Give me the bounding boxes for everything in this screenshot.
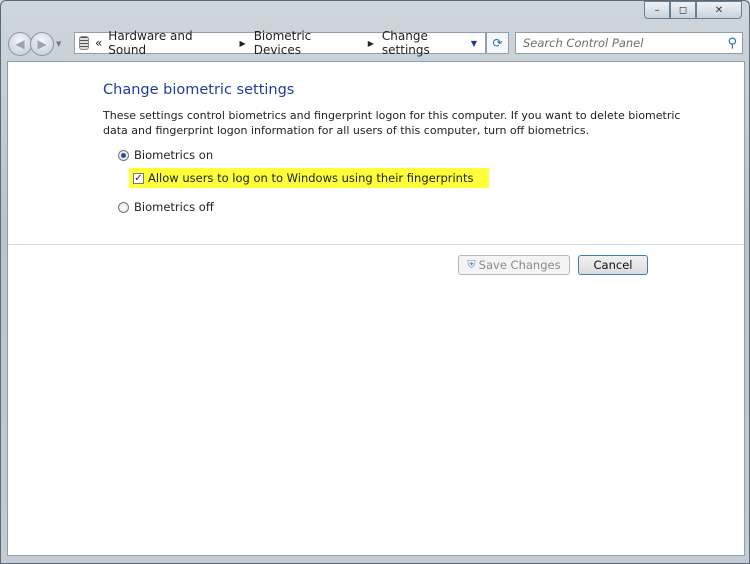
- page-title: Change biometric settings: [103, 82, 295, 98]
- refresh-button[interactable]: ⟳: [486, 32, 509, 54]
- forward-button[interactable]: ▶: [30, 32, 54, 56]
- maximize-button[interactable]: ◻: [670, 1, 696, 19]
- search-icon[interactable]: ⚲: [727, 36, 737, 51]
- save-changes-label: Save Changes: [478, 258, 561, 272]
- allow-fingerprints-checkbox[interactable]: ✓ Allow users to log on to Windows using…: [129, 168, 490, 188]
- save-changes-button[interactable]: ⛨ Save Changes: [458, 255, 570, 275]
- biometrics-off-label: Biometrics off: [134, 200, 214, 214]
- address-dropdown-icon[interactable]: ▼: [471, 39, 477, 48]
- radio-selected-icon[interactable]: [118, 149, 129, 161]
- recent-pages-dropdown[interactable]: ▼: [56, 40, 61, 48]
- caption-buttons: – ◻ ✕: [644, 1, 742, 19]
- search-input[interactable]: Search Control Panel ⚲: [515, 32, 743, 54]
- search-placeholder: Search Control Panel: [523, 36, 644, 50]
- breadcrumb-change-settings[interactable]: Change settings: [382, 29, 479, 57]
- breadcrumb-arrow-icon[interactable]: ▶: [368, 39, 374, 48]
- minimize-button[interactable]: –: [644, 1, 670, 19]
- breadcrumb-biometric-devices[interactable]: Biometric Devices: [254, 29, 362, 57]
- content-pane: Change biometric settings These settings…: [7, 61, 745, 556]
- divider: [8, 244, 744, 245]
- overflow-chevron[interactable]: «: [95, 36, 102, 50]
- breadcrumb-arrow-icon[interactable]: ▶: [240, 39, 246, 48]
- radio-unselected-icon[interactable]: [118, 201, 129, 213]
- cancel-button[interactable]: Cancel: [578, 255, 648, 275]
- biometrics-on-radio[interactable]: Biometrics on: [118, 148, 213, 162]
- address-bar[interactable]: « Hardware and Sound ▶ Biometric Devices…: [74, 29, 486, 57]
- uac-shield-icon: ⛨: [467, 258, 476, 271]
- close-button[interactable]: ✕: [696, 1, 742, 19]
- fingerprint-icon: [79, 36, 89, 50]
- biometrics-on-label: Biometrics on: [134, 148, 214, 162]
- allow-fingerprints-label: Allow users to log on to Windows using t…: [148, 171, 474, 185]
- page-description: These settings control biometrics and fi…: [103, 109, 681, 137]
- navigation-buttons: ◀ ▶ ▼: [8, 32, 61, 56]
- back-button[interactable]: ◀: [8, 32, 32, 56]
- checkbox-checked-icon[interactable]: ✓: [133, 172, 144, 184]
- breadcrumb-hardware-and-sound[interactable]: Hardware and Sound: [108, 29, 233, 57]
- biometrics-off-radio[interactable]: Biometrics off: [118, 200, 214, 214]
